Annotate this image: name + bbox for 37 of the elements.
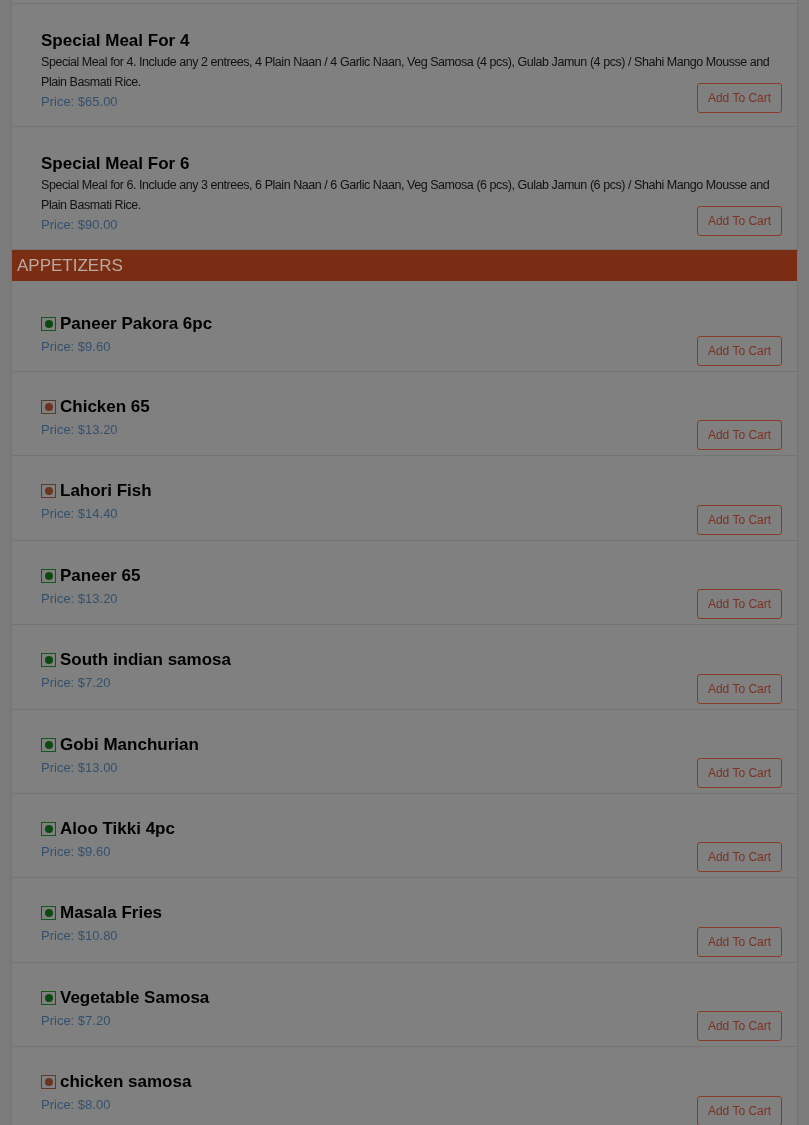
item-price: Price: $7.20 <box>41 674 112 693</box>
item-title: Chicken 65 <box>60 397 150 417</box>
item-price: Price: $13.00 <box>41 758 119 777</box>
add-to-cart-button[interactable]: Add To Cart <box>697 673 782 704</box>
item-price: Price: $9.60 <box>41 842 112 861</box>
meal-price: Price: $65.00 <box>41 93 118 111</box>
add-to-cart-button[interactable]: Add To Cart <box>697 842 782 873</box>
item-price: Price: $13.20 <box>41 589 119 608</box>
add-to-cart-button[interactable]: Add To Cart <box>697 1095 782 1125</box>
add-to-cart-button[interactable]: Add To Cart <box>697 926 782 957</box>
item-title: Paneer 65 <box>60 565 141 586</box>
item-price: Price: $13.20 <box>41 421 119 439</box>
add-to-cart-button[interactable]: Add To Cart <box>697 206 782 236</box>
item-price: Price: $14.40 <box>41 505 119 524</box>
item-title: Vegetable Samosa <box>60 987 210 1008</box>
meal-title: Special Meal For 6 <box>41 154 191 174</box>
item-price: Price: $10.80 <box>41 927 119 946</box>
item-title: Gobi Manchurian <box>60 734 199 755</box>
add-to-cart-button[interactable]: Add To Cart <box>697 504 782 535</box>
item-title: South indian samosa <box>60 650 231 671</box>
item-price: Price: $7.20 <box>41 1011 112 1030</box>
add-to-cart-button[interactable]: Add To Cart <box>697 1011 782 1042</box>
item-price: Price: $8.00 <box>41 1096 112 1115</box>
add-to-cart-button[interactable]: Add To Cart <box>697 420 782 451</box>
meal-title: Special Meal For 4 <box>41 31 191 51</box>
item-title: Aloo Tikki 4pc <box>60 818 175 839</box>
item-price: Price: $9.60 <box>41 338 112 356</box>
meal-price: Price: $90.00 <box>41 216 118 234</box>
add-to-cart-button[interactable]: Add To Cart <box>697 83 782 113</box>
item-title: chicken samosa <box>60 1072 192 1093</box>
add-to-cart-button[interactable]: Add To Cart <box>697 589 782 620</box>
item-title: Masala Fries <box>60 903 163 924</box>
add-to-cart-button[interactable]: Add To Cart <box>697 336 782 366</box>
item-title: Paneer Pakora 6pc <box>60 314 213 334</box>
item-title: Lahori Fish <box>60 481 152 502</box>
add-to-cart-button[interactable]: Add To Cart <box>697 757 782 788</box>
category-header: APPETIZERS <box>12 250 797 281</box>
